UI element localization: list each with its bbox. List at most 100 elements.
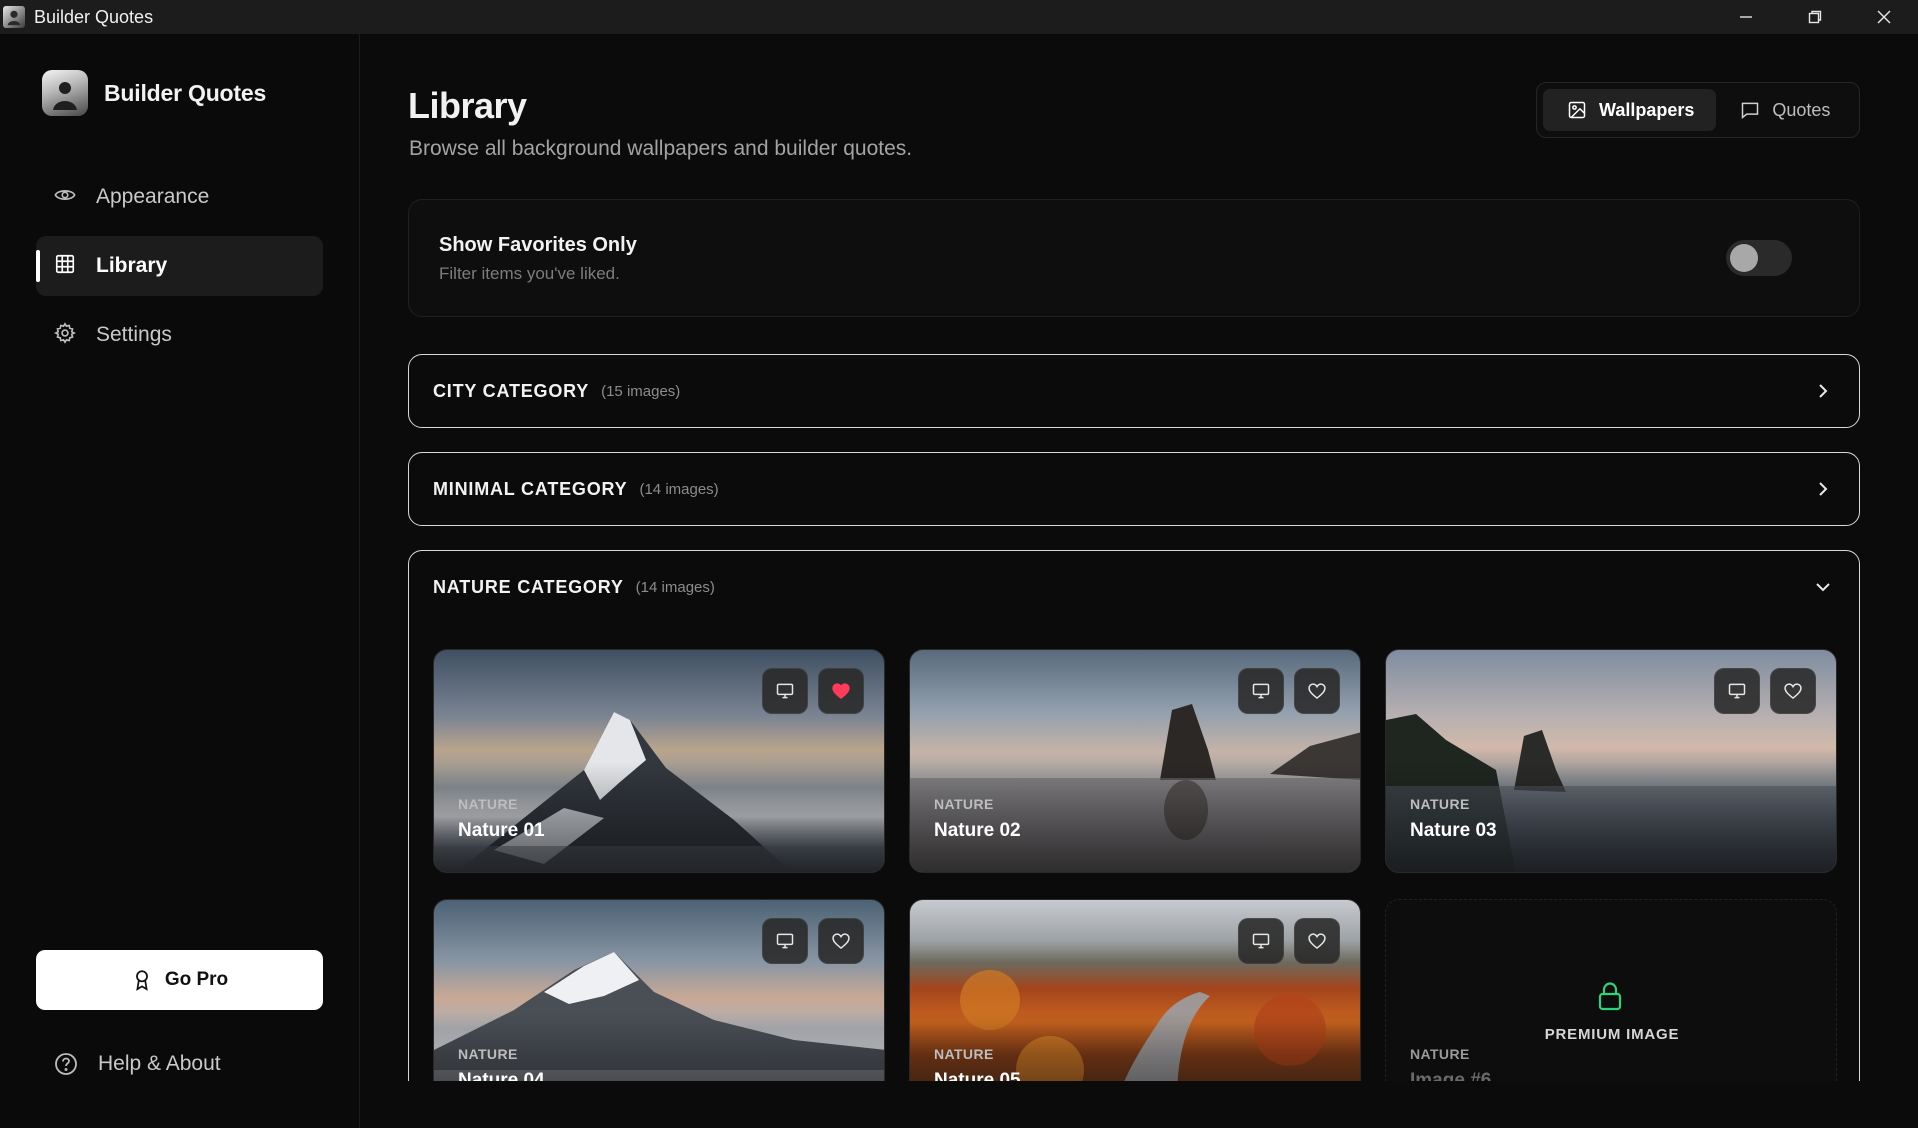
go-pro-button[interactable]: Go Pro (36, 950, 323, 1010)
tile-name: Nature 01 (458, 820, 545, 841)
monitor-icon (1252, 683, 1270, 699)
minimize-icon (1739, 16, 1752, 18)
sidebar-item-settings[interactable]: Settings (36, 305, 323, 365)
brand-name: Builder Quotes (104, 79, 267, 106)
main-content: Library Browse all background wallpapers… (361, 34, 1918, 1081)
minimize-button[interactable] (1711, 0, 1780, 34)
lock-icon (1594, 980, 1626, 1017)
category-count: (15 images) (601, 382, 681, 400)
monitor-icon (776, 933, 794, 949)
award-icon (135, 970, 148, 991)
category-minimal: MINIMAL CATEGORY (14 images) (408, 452, 1860, 526)
heart-icon (832, 933, 850, 950)
favorite-button[interactable] (1294, 918, 1340, 964)
monitor-icon (776, 683, 794, 699)
favorites-filter-card: Show Favorites Only Filter items you've … (408, 199, 1860, 317)
tile-name: Nature 03 (1410, 820, 1497, 841)
app-icon (3, 6, 25, 28)
tile-category: NATURE (934, 796, 994, 812)
tile-category: NATURE (1410, 796, 1470, 812)
sidebar-item-appearance[interactable]: Appearance (36, 167, 323, 227)
library-tabs: Wallpapers Quotes (1536, 82, 1860, 138)
set-wallpaper-button[interactable] (1714, 668, 1760, 714)
favorite-button[interactable] (1770, 668, 1816, 714)
wallpaper-tile[interactable]: NATURE Nature 02 (909, 649, 1361, 873)
tile-name: Nature 04 (458, 1070, 545, 1081)
wallpaper-tile[interactable]: NATURE Nature 01 (433, 649, 885, 873)
tile-shade (434, 762, 884, 872)
tile-category: NATURE (1410, 1046, 1470, 1062)
set-wallpaper-button[interactable] (762, 918, 808, 964)
sidebar: Builder Quotes Appearance Library Settin… (0, 34, 360, 1128)
category-name: NATURE CATEGORY (433, 576, 624, 597)
sidebar-nav: Appearance Library Settings (36, 167, 323, 374)
heart-icon (1308, 683, 1326, 700)
help-about-link[interactable]: Help & About (54, 1052, 221, 1076)
category-header[interactable]: MINIMAL CATEGORY (14 images) (409, 453, 1859, 525)
favorites-toggle[interactable] (1726, 240, 1792, 276)
chevron-right-icon (1813, 479, 1833, 504)
wallpaper-tile[interactable]: NATURE Nature 03 (1385, 649, 1837, 873)
restore-button[interactable] (1780, 0, 1849, 34)
favorites-title: Show Favorites Only (439, 234, 637, 256)
tile-category: NATURE (934, 1046, 994, 1062)
category-name: CITY CATEGORY (433, 380, 590, 401)
wallpaper-tile[interactable]: NATURE Nature 05 (909, 899, 1361, 1081)
page-subtitle: Browse all background wallpapers and bui… (409, 137, 913, 160)
sidebar-item-label: Library (96, 254, 168, 277)
sidebar-item-library[interactable]: Library (36, 236, 323, 296)
monitor-icon (1252, 933, 1270, 949)
window-controls (1711, 0, 1918, 34)
gear-icon (54, 321, 76, 349)
heart-icon (832, 683, 850, 700)
category-name: MINIMAL CATEGORY (433, 478, 628, 499)
category-header[interactable]: NATURE CATEGORY (14 images) (409, 551, 1859, 623)
category-count: (14 images) (635, 578, 715, 596)
title-bar: Builder Quotes (0, 0, 1918, 34)
set-wallpaper-button[interactable] (762, 668, 808, 714)
chevron-down-icon (1813, 577, 1833, 602)
tile-category: NATURE (458, 1046, 518, 1062)
close-button[interactable] (1849, 0, 1918, 34)
tab-label: Wallpapers (1599, 99, 1695, 120)
tile-name: Nature 02 (934, 820, 1021, 841)
category-header[interactable]: CITY CATEGORY (15 images) (409, 355, 1859, 427)
brand-logo (42, 70, 88, 116)
help-icon (55, 1053, 77, 1075)
premium-wallpaper-tile[interactable]: PREMIUM IMAGE NATURE Image #6 (1385, 899, 1837, 1081)
heart-icon (1784, 683, 1802, 700)
favorites-subtitle: Filter items you've liked. (439, 264, 620, 283)
grid-icon (54, 253, 76, 280)
favorite-button[interactable] (818, 918, 864, 964)
premium-label: PREMIUM IMAGE (1544, 1026, 1680, 1043)
sidebar-item-label: Settings (96, 323, 172, 346)
tile-name: Nature 05 (934, 1070, 1021, 1081)
favorite-button[interactable] (818, 668, 864, 714)
close-icon (1877, 10, 1890, 24)
wallpaper-tile[interactable]: NATURE Nature 04 (433, 899, 885, 1081)
favorite-button[interactable] (1294, 668, 1340, 714)
tab-label: Quotes (1772, 99, 1831, 120)
heart-icon (1308, 933, 1326, 950)
category-city: CITY CATEGORY (15 images) (408, 354, 1860, 428)
set-wallpaper-button[interactable] (1238, 918, 1284, 964)
monitor-icon (1728, 683, 1746, 699)
image-icon (1568, 101, 1586, 119)
tab-wallpapers[interactable]: Wallpapers (1543, 89, 1717, 131)
help-about-label: Help & About (98, 1052, 221, 1075)
tile-shade (910, 762, 1360, 872)
chevron-right-icon (1813, 381, 1833, 406)
tile-category: NATURE (458, 796, 518, 812)
brand: Builder Quotes (42, 70, 266, 116)
window-title: Builder Quotes (34, 6, 154, 27)
sidebar-item-label: Appearance (96, 185, 210, 208)
toggle-knob (1730, 244, 1758, 272)
tile-name: Image #6 (1410, 1070, 1492, 1081)
category-count: (14 images) (639, 480, 719, 498)
page-title: Library (408, 85, 527, 126)
tile-shade (1386, 762, 1836, 872)
set-wallpaper-button[interactable] (1238, 668, 1284, 714)
message-square-icon (1742, 102, 1759, 120)
restore-icon (1808, 10, 1821, 24)
tab-quotes[interactable]: Quotes (1716, 89, 1852, 131)
